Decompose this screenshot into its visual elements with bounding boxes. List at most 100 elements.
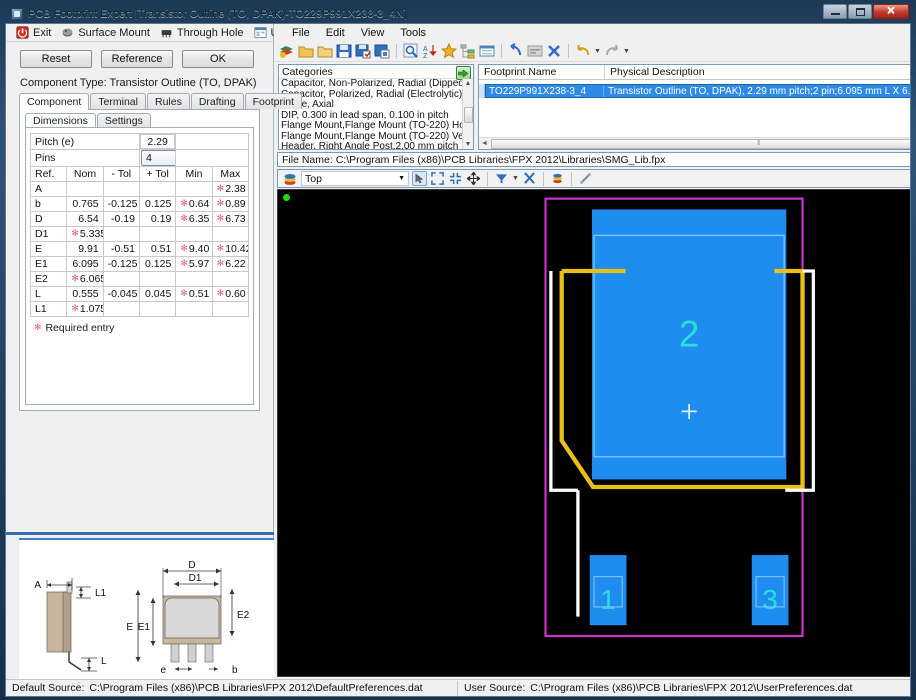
dim-neg-tol[interactable]: -0.19 [102, 211, 140, 227]
categories-scrollbar[interactable]: ▲ ▼ [462, 79, 473, 149]
undo-arrow-icon[interactable] [508, 43, 524, 59]
select-tool-button[interactable] [412, 171, 427, 186]
dim-pos-tol[interactable]: 0.125 [138, 196, 177, 212]
dim-min[interactable]: ✻5.97 [175, 256, 213, 272]
find-icon[interactable] [403, 43, 419, 59]
tab-footprint[interactable]: Footprint [244, 93, 303, 109]
dim-pos-tol[interactable] [138, 181, 177, 197]
dim-pos-tol[interactable]: 0.19 [138, 211, 177, 227]
pitch-input[interactable]: 2.29 [140, 134, 175, 149]
categories-go-button[interactable] [456, 66, 471, 80]
dim-neg-tol[interactable] [102, 226, 140, 242]
dim-min[interactable]: ✻6.35 [175, 211, 213, 227]
dim-pos-tol[interactable]: 0.125 [138, 256, 177, 272]
dim-pos-tol[interactable]: 0.51 [138, 241, 177, 257]
layer-dropdown[interactable]: Top ▼ [301, 171, 409, 186]
tab-drafting[interactable]: Drafting [190, 93, 244, 109]
dim-min[interactable] [175, 301, 213, 317]
pitch-value-cell[interactable]: 2.29 [138, 133, 177, 150]
reset-button[interactable]: Reset [20, 50, 92, 68]
dim-nom[interactable] [66, 181, 104, 197]
maximize-button[interactable] [848, 4, 872, 19]
undo-dropdown-arrow-icon[interactable]: ▼ [594, 48, 601, 55]
new-library-icon[interactable] [279, 43, 295, 59]
dim-nom[interactable]: 9.91 [66, 241, 104, 257]
tab-component[interactable]: Component [19, 93, 90, 110]
open-folder-icon[interactable] [298, 43, 314, 59]
reference-button[interactable]: Reference [101, 50, 173, 68]
dim-nom[interactable]: 6.095 [66, 256, 104, 272]
scroll-up-icon[interactable]: ▲ [465, 79, 472, 88]
dim-max[interactable]: ✻0.89 [211, 196, 250, 212]
dim-neg-tol[interactable]: -0.125 [102, 256, 140, 272]
dim-pos-tol[interactable] [138, 271, 177, 287]
categories-list[interactable]: Capacitor, Non-Polarized, Radial (Dipped… [279, 79, 473, 149]
dim-nom[interactable]: 0.555 [66, 286, 104, 302]
col-footprint-name[interactable]: Footprint Name [479, 65, 605, 79]
properties-icon[interactable] [527, 43, 543, 59]
col-physical-description[interactable]: Physical Description [605, 65, 705, 79]
dim-max[interactable]: ✻6.73 [211, 211, 250, 227]
dim-min[interactable] [175, 271, 213, 287]
pins-dropdown[interactable]: 4 ▼ [140, 150, 175, 166]
dim-nom[interactable]: ✻6.065 [66, 271, 104, 287]
open-folder-alt-icon[interactable] [317, 43, 333, 59]
undo-icon[interactable] [575, 43, 591, 59]
menu-edit[interactable]: Edit [326, 27, 345, 39]
menu-view[interactable]: View [361, 27, 385, 39]
dim-max[interactable] [211, 271, 250, 287]
tree-icon[interactable] [460, 43, 476, 59]
save-icon[interactable] [336, 43, 352, 59]
zoom-fit-button[interactable] [448, 171, 463, 186]
minimize-button[interactable] [823, 4, 847, 19]
redo-dropdown-arrow-icon[interactable]: ▼ [623, 48, 630, 55]
dim-max[interactable]: ✻6.22 [211, 256, 250, 272]
sort-icon[interactable]: A Z [422, 43, 438, 59]
dim-neg-tol[interactable] [102, 181, 140, 197]
dim-max[interactable]: ✻0.60 [211, 286, 250, 302]
category-item[interactable]: Flange Mount,Flange Mount (TO-220) Horiz… [281, 120, 473, 132]
layers-button[interactable] [550, 171, 565, 186]
footprint-canvas[interactable]: 2 1 3 [277, 189, 910, 677]
dim-min[interactable]: ✻9.40 [175, 241, 213, 257]
pins-value-cell[interactable]: 4 ▼ [138, 149, 177, 167]
save-as-icon[interactable] [355, 43, 371, 59]
zoom-extents-button[interactable] [430, 171, 445, 186]
dim-max[interactable]: ✻2.38 [211, 181, 250, 197]
delete-icon[interactable] [546, 43, 562, 59]
dim-neg-tol[interactable] [102, 301, 140, 317]
measure-button[interactable] [578, 171, 593, 186]
clear-button[interactable] [522, 171, 537, 186]
category-item[interactable]: Header, Right Angle Post,2.00 mm pitch [281, 141, 473, 149]
dim-min[interactable] [175, 181, 213, 197]
scroll-left-icon[interactable]: ◄ [479, 140, 490, 147]
dim-nom[interactable]: ✻1.075 [66, 301, 104, 317]
dim-nom[interactable]: ✻5.335 [66, 226, 104, 242]
save-copy-icon[interactable] [374, 43, 390, 59]
menu-tools[interactable]: Tools [400, 27, 426, 39]
menu-item-surface-mount[interactable]: Surface Mount [59, 26, 158, 39]
filter-button[interactable] [494, 171, 509, 186]
favorite-icon[interactable] [441, 43, 457, 59]
dim-neg-tol[interactable]: -0.045 [102, 286, 140, 302]
dim-neg-tol[interactable]: -0.51 [102, 241, 140, 257]
filter-dropdown-arrow-icon[interactable]: ▼ [512, 175, 519, 182]
subtab-settings[interactable]: Settings [96, 113, 151, 128]
redo-icon[interactable] [604, 43, 620, 59]
close-button[interactable]: ✕ [873, 4, 909, 19]
dim-pos-tol[interactable] [138, 301, 177, 317]
dim-pos-tol[interactable] [138, 226, 177, 242]
dim-max[interactable] [211, 226, 250, 242]
menu-item-exit[interactable]: Exit [14, 26, 59, 39]
dim-neg-tol[interactable]: -0.125 [102, 196, 140, 212]
category-item[interactable]: Capacitor, Non-Polarized, Radial (Dipped… [281, 79, 473, 90]
dim-min[interactable]: ✻0.51 [175, 286, 213, 302]
dim-max[interactable]: ✻10.42 [211, 241, 250, 257]
menu-item-through-hole[interactable]: Through Hole [158, 26, 252, 39]
scroll-thumb[interactable] [463, 107, 473, 123]
dim-nom[interactable]: 0.765 [66, 196, 104, 212]
subtab-dimensions[interactable]: Dimensions [25, 113, 96, 128]
dim-neg-tol[interactable] [102, 271, 140, 287]
menu-file[interactable]: File [292, 27, 310, 39]
tab-rules[interactable]: Rules [146, 93, 190, 109]
